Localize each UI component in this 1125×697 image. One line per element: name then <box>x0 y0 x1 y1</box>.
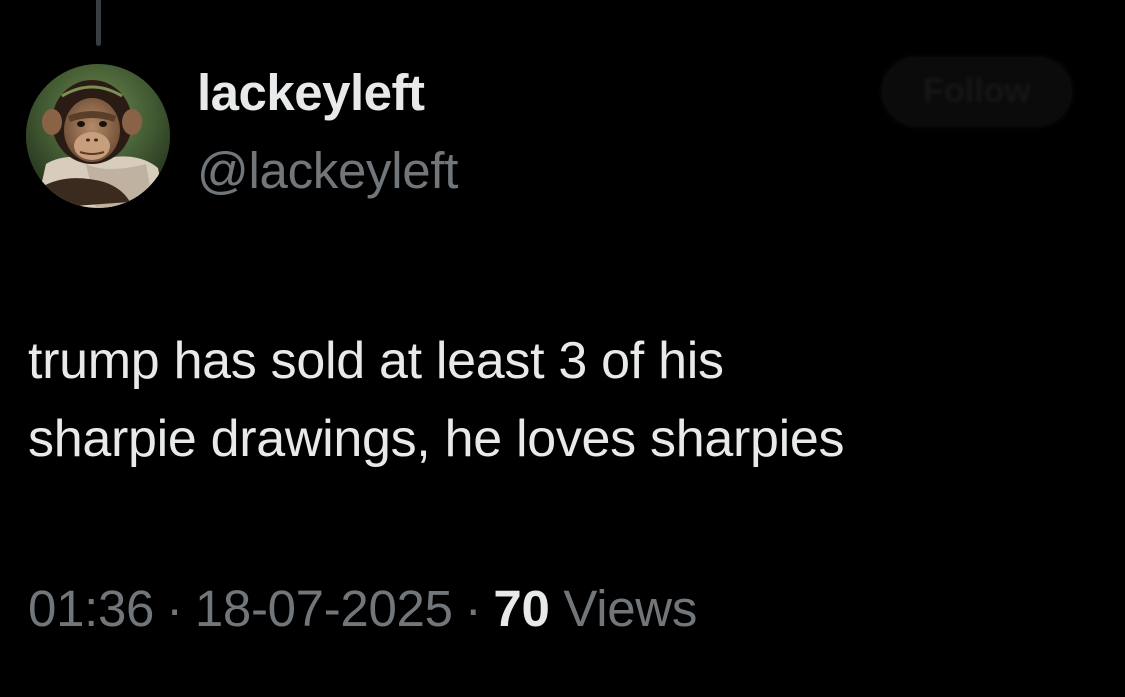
tweet-metadata: 01:36 · 18-07-2025 · 70 Views <box>28 578 697 640</box>
tweet-time[interactable]: 01:36 <box>28 580 154 637</box>
tweet-date[interactable]: 18-07-2025 <box>195 580 453 637</box>
tweet-text: trump has sold at least 3 of his sharpie… <box>28 322 1108 478</box>
chimpanzee-avatar-icon <box>26 64 170 208</box>
separator-dot: · <box>464 580 482 637</box>
views-label[interactable]: Views <box>563 580 697 637</box>
display-name[interactable]: lackeyleft <box>197 62 425 124</box>
tweet-text-line: sharpie drawings, he loves sharpies <box>28 410 845 468</box>
thread-connector-line <box>96 0 101 46</box>
views-count[interactable]: 70 <box>493 580 549 637</box>
user-handle[interactable]: @lackeyleft <box>197 140 458 202</box>
avatar[interactable] <box>26 64 170 208</box>
follow-button[interactable]: Follow <box>882 57 1072 126</box>
tweet-text-line: trump has sold at least 3 of his <box>28 332 724 390</box>
follow-button-label: Follow <box>923 72 1031 110</box>
separator-dot: · <box>166 580 183 637</box>
